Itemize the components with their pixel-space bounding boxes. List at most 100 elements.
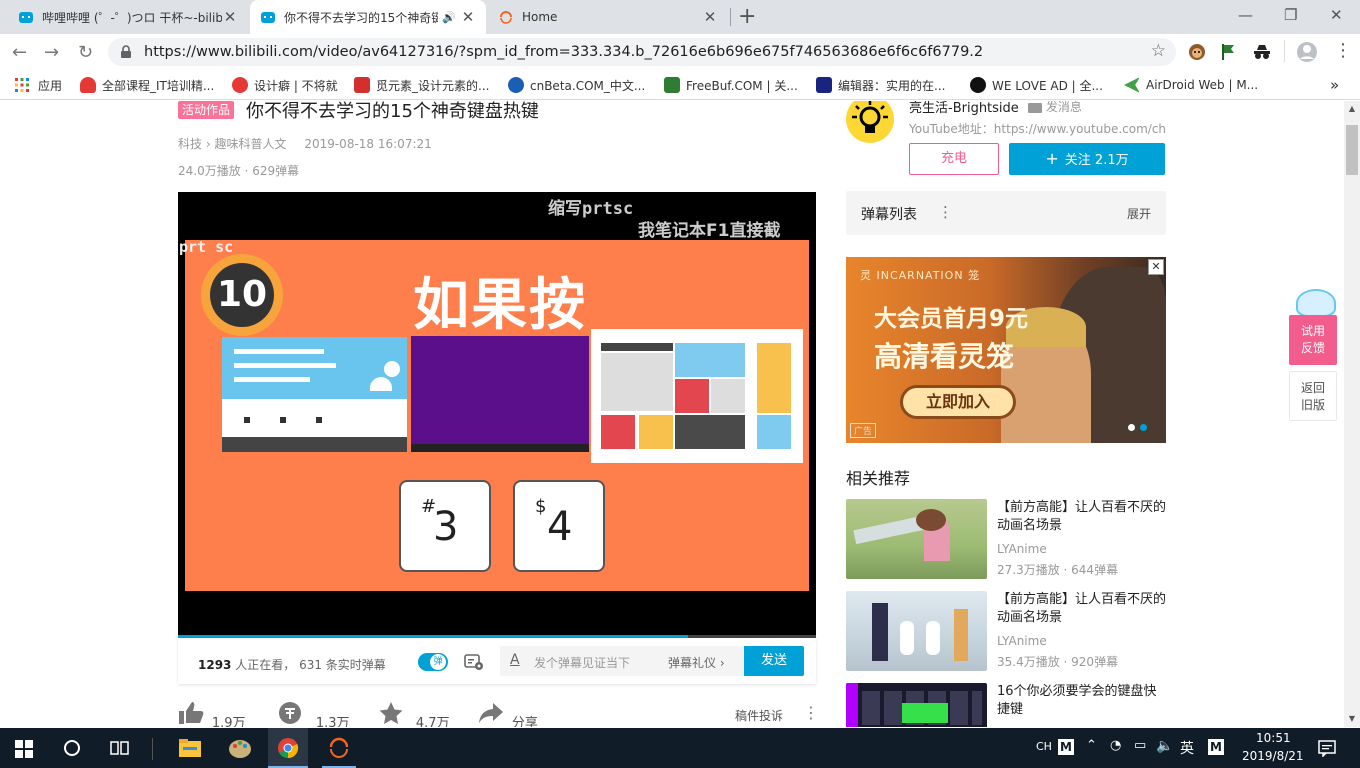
etiquette-link[interactable]: 弹幕礼仪 › (668, 654, 725, 671)
notification-center-icon[interactable] (1318, 739, 1336, 757)
m-app-tray-icon-2[interactable]: M (1208, 739, 1224, 755)
bookmark-item[interactable]: 编辑器：实用的在... (816, 76, 945, 94)
video-thumbnail[interactable] (846, 591, 987, 671)
share-button[interactable]: 分享 (478, 701, 538, 727)
bookmark-item[interactable]: AirDroid Web | M... (1124, 76, 1258, 94)
related-title[interactable]: 【前方高能】让人百看不厌的动画名场景 (997, 499, 1167, 535)
bookmarks-overflow-button[interactable]: » (1330, 76, 1339, 94)
windows-start-icon[interactable] (15, 740, 33, 758)
uploader-avatar[interactable] (846, 101, 894, 143)
paint-app-icon[interactable] (228, 737, 252, 759)
video-player[interactable]: 缩写prtsc 我笔记本F1直接截 prt sc 10 如果按 # 3 $ 4 (178, 192, 816, 638)
send-message-link[interactable]: 发消息 (1028, 101, 1082, 115)
category-link[interactable]: 科技 (178, 137, 202, 151)
bookmark-star-icon[interactable]: ☆ (1151, 41, 1166, 61)
ime-english[interactable]: 英 (1180, 738, 1194, 758)
like-button[interactable]: 1.9万 (178, 701, 246, 727)
bookmark-apps[interactable]: 应用 (14, 76, 62, 94)
m-app-tray-icon[interactable]: M (1058, 739, 1074, 755)
loading-spinner-icon (500, 11, 512, 24)
task-view-icon[interactable] (110, 740, 130, 756)
eclipse-app-icon[interactable] (328, 737, 350, 759)
related-title[interactable]: 16个你必须要学会的键盘快捷键 (997, 683, 1167, 719)
bookmark-item[interactable]: FreeBuf.COM | 关... (664, 76, 798, 94)
page-scrollbar[interactable]: ▲ ▼ (1344, 101, 1360, 727)
incognito-extension-icon[interactable] (1252, 43, 1272, 61)
clock-time[interactable]: 10:51 (1256, 731, 1291, 745)
related-video-item[interactable]: 16个你必须要学会的键盘快捷键 (846, 683, 1166, 727)
tab-current-video[interactable]: 你不得不去学习的15个神奇键盘热键 🔊 ✕ (250, 0, 486, 34)
favorite-button[interactable]: 4.7万 (378, 701, 450, 727)
uploader-name[interactable]: 亮生活-Brightside (909, 101, 1019, 116)
close-tab-icon[interactable]: ✕ (702, 8, 718, 26)
scrollbar-thumb[interactable] (1346, 125, 1358, 175)
follow-button[interactable]: + 关注 2.1万 (1009, 143, 1165, 175)
send-danmaku-button[interactable]: 发送 (744, 646, 804, 676)
restore-button[interactable]: ❐ (1284, 6, 1297, 24)
related-video-item[interactable]: 【前方高能】让人百看不厌的动画名场景 LYAnime 35.4万播放 · 920… (846, 591, 1166, 671)
back-to-old-button[interactable]: 返回旧版 (1289, 371, 1337, 421)
profile-avatar-icon[interactable] (1296, 41, 1318, 63)
feedback-button[interactable]: 试用反馈 (1289, 315, 1337, 365)
play-count: 24.0万播放 (178, 164, 241, 178)
close-tab-icon[interactable]: ✕ (222, 8, 238, 26)
danmaku-toggle[interactable]: 弹 (418, 653, 448, 671)
address-bar[interactable]: https://www.bilibili.com/video/av6412731… (108, 38, 1176, 66)
back-icon[interactable]: ← (12, 42, 27, 63)
file-explorer-icon[interactable] (178, 738, 202, 758)
bookmark-item[interactable]: 觅元素_设计元素的... (354, 76, 489, 94)
browser-menu-icon[interactable]: ⋮ (1334, 40, 1352, 61)
scroll-up-icon[interactable]: ▲ (1344, 101, 1360, 117)
ad-close-icon[interactable]: ✕ (1148, 259, 1164, 275)
coin-button[interactable]: 1.3万 (278, 701, 350, 727)
activity-badge[interactable]: 活动作品 (178, 101, 235, 119)
carousel-dot-active[interactable] (1140, 424, 1147, 431)
audio-playing-icon[interactable]: 🔊 (442, 11, 456, 24)
reload-icon[interactable]: ↻ (78, 42, 93, 63)
scroll-down-icon[interactable]: ▼ (1344, 711, 1360, 727)
editor-icon (816, 77, 832, 93)
font-style-icon[interactable]: A (510, 652, 520, 668)
minimize-button[interactable]: — (1238, 6, 1253, 24)
report-link[interactable]: 稿件投诉 (735, 707, 783, 724)
forward-icon[interactable]: → (44, 42, 59, 63)
video-thumbnail[interactable] (846, 499, 987, 579)
network-icon[interactable]: ◔ (1110, 738, 1121, 753)
danmaku-list-header[interactable]: 弹幕列表 ⋮ 展开 (846, 191, 1166, 235)
related-title[interactable]: 【前方高能】让人百看不厌的动画名场景 (997, 591, 1167, 627)
ad-banner[interactable]: 灵 INCARNATION 笼 大会员首月9元 高清看灵笼 立即加入 广告 ✕ (846, 257, 1166, 443)
charge-button[interactable]: 充电 (909, 143, 999, 175)
related-uploader[interactable]: LYAnime (997, 634, 1047, 648)
chrome-taskbar-active[interactable] (268, 728, 308, 768)
expand-button[interactable]: 展开 (1127, 205, 1151, 222)
danmaku-settings-icon[interactable] (464, 653, 484, 671)
carousel-dot[interactable] (1128, 424, 1135, 431)
more-options-icon[interactable]: ⋮ (803, 703, 819, 722)
related-video-item[interactable]: 【前方高能】让人百看不厌的动画名场景 LYAnime 27.3万播放 · 644… (846, 499, 1166, 579)
video-title: 你不得不去学习的15个神奇键盘热键 (246, 101, 539, 122)
bookmark-item[interactable]: WE LOVE AD | 全... (970, 76, 1103, 94)
bookmark-item[interactable]: 全部课程_IT培训精... (80, 76, 214, 94)
tab-bilibili-home[interactable]: 哔哩哔哩 (゜-゜)つロ 干杯~-bilibili ✕ (8, 0, 248, 34)
subcategory-link[interactable]: 趣味科普人文 (214, 137, 286, 151)
bookmark-item[interactable]: 设计癖 | 不将就 (232, 76, 338, 94)
input-method-ch[interactable]: CH (1036, 740, 1052, 753)
new-tab-button[interactable]: + (738, 4, 756, 29)
related-uploader[interactable]: LYAnime (997, 542, 1047, 556)
danmaku-list-menu-icon[interactable]: ⋮ (938, 203, 953, 221)
clock-date[interactable]: 2019/8/21 (1242, 749, 1304, 763)
search-circle-icon[interactable] (64, 740, 80, 756)
danmaku-input[interactable]: A 发个弹幕见证当下 弹幕礼仪 › (500, 646, 744, 676)
flag-extension-icon[interactable] (1220, 43, 1236, 61)
tab-home[interactable]: Home ✕ (488, 0, 728, 34)
flame-icon (80, 77, 96, 93)
ad-join-button[interactable]: 立即加入 (900, 385, 1016, 419)
tray-expand-icon[interactable]: ⌃ (1086, 738, 1097, 753)
video-thumbnail[interactable] (846, 683, 987, 727)
close-tab-icon[interactable]: ✕ (460, 8, 476, 26)
battery-icon[interactable]: ▭ (1134, 738, 1146, 753)
monkey-extension-icon[interactable] (1188, 43, 1206, 61)
volume-icon[interactable]: 🔈 (1156, 738, 1173, 754)
close-window-button[interactable]: ✕ (1330, 6, 1343, 24)
bookmark-item[interactable]: cnBeta.COM_中文... (508, 76, 645, 94)
